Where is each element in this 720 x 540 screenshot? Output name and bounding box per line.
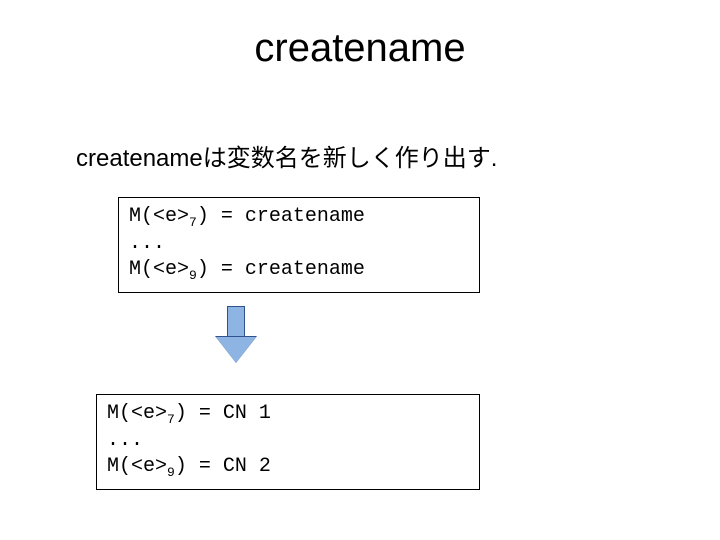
code-rest: ) = createname	[197, 258, 365, 281]
code-fn: M(<e>	[107, 402, 167, 425]
slide: createname createnameは変数名を新しく作り出す. M(<e>…	[0, 0, 720, 540]
code-rest: ) = CN 2	[175, 455, 271, 478]
code-subscript: 9	[167, 465, 175, 480]
code-line: ...	[129, 231, 469, 257]
code-rest: ) = createname	[197, 205, 365, 228]
code-line: ...	[107, 428, 469, 454]
code-line: M(<e>7) = CN 1	[107, 401, 469, 428]
arrow-down-icon	[216, 306, 256, 370]
code-line: M(<e>7) = createname	[129, 204, 469, 231]
code-subscript: 7	[189, 215, 197, 230]
code-fn: M(<e>	[129, 258, 189, 281]
page-title: createname	[0, 26, 720, 71]
code-box-after: M(<e>7) = CN 1 ... M(<e>9) = CN 2	[96, 394, 480, 490]
description-sentence: createnameは変数名を新しく作り出す.	[76, 138, 497, 173]
code-fn: M(<e>	[129, 205, 189, 228]
code-line: M(<e>9) = CN 2	[107, 454, 469, 481]
code-subscript: 9	[189, 268, 197, 283]
code-line: M(<e>9) = createname	[129, 257, 469, 284]
code-box-before: M(<e>7) = createname ... M(<e>9) = creat…	[118, 197, 480, 293]
code-subscript: 7	[167, 412, 175, 427]
code-fn: M(<e>	[107, 455, 167, 478]
code-rest: ) = CN 1	[175, 402, 271, 425]
